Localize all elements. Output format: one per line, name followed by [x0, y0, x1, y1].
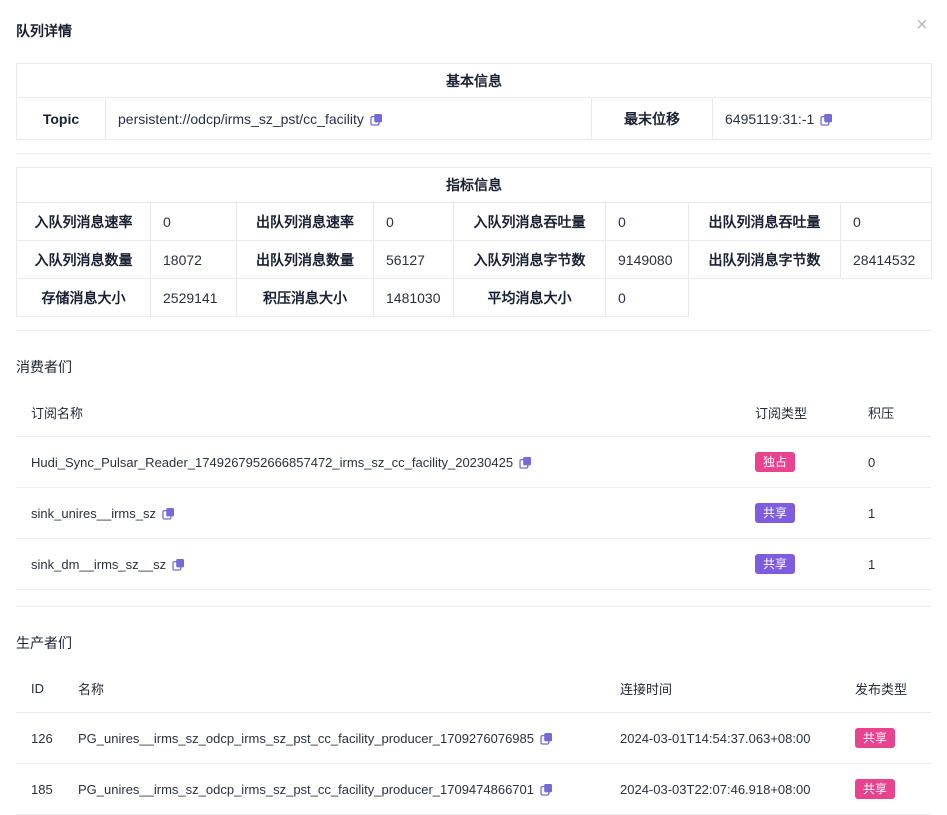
- metric-label: 出队列消息字节数: [689, 241, 841, 279]
- page-title: 队列详情: [16, 0, 931, 41]
- divider: [16, 153, 931, 154]
- metric-label: 入队列消息数量: [17, 241, 151, 279]
- subscription-type-badge: 共享: [755, 503, 795, 523]
- producer-name-cell: PG_unires__irms_sz_odcp_irms_sz_pst_cc_f…: [63, 713, 605, 764]
- backlog-cell: 1: [853, 539, 931, 590]
- metrics-row: 存储消息大小 2529141 积压消息大小 1481030 平均消息大小 0: [17, 279, 932, 317]
- subscription-type-cell: 独占: [740, 437, 853, 488]
- table-row: 126 PG_unires__irms_sz_odcp_irms_sz_pst_…: [16, 713, 931, 764]
- column-name: 名称: [63, 665, 605, 713]
- metric-value: 0: [606, 279, 689, 317]
- metric-label: 平均消息大小: [454, 279, 606, 317]
- metric-label: 入队列消息吞吐量: [454, 203, 606, 241]
- table-row: 185 PG_unires__irms_sz_odcp_irms_sz_pst_…: [16, 764, 931, 815]
- table-row: sink_dm__irms_sz__sz 共享 1: [16, 539, 931, 590]
- publish-type-badge: 共享: [855, 779, 895, 799]
- subscription-name: sink_unires__irms_sz: [31, 506, 156, 521]
- last-offset-value-cell: 6495119:31:-1: [713, 98, 932, 140]
- metric-label: 出队列消息速率: [237, 203, 374, 241]
- subscription-name-cell: sink_unires__irms_sz: [16, 488, 740, 539]
- empty-cell: [689, 279, 932, 317]
- copy-icon[interactable]: [162, 507, 175, 520]
- metric-label: 入队列消息速率: [17, 203, 151, 241]
- topic-label: Topic: [17, 98, 106, 140]
- producers-section-title: 生产者们: [16, 633, 931, 653]
- metric-value: 0: [841, 203, 932, 241]
- producers-table: ID 名称 连接时间 发布类型 126 PG_unires__irms_sz_o…: [16, 665, 931, 815]
- metric-label: 出队列消息吞吐量: [689, 203, 841, 241]
- metric-label: 存储消息大小: [17, 279, 151, 317]
- producer-name: PG_unires__irms_sz_odcp_irms_sz_pst_cc_f…: [78, 782, 534, 797]
- column-subscription-type: 订阅类型: [740, 389, 853, 437]
- subscription-type-cell: 共享: [740, 488, 853, 539]
- table-row: sink_unires__irms_sz 共享 1: [16, 488, 931, 539]
- copy-icon[interactable]: [540, 783, 553, 796]
- backlog-cell: 1: [853, 488, 931, 539]
- subscription-name-cell: Hudi_Sync_Pulsar_Reader_1749267952666857…: [16, 437, 740, 488]
- copy-icon[interactable]: [519, 456, 532, 469]
- subscription-name-cell: sink_dm__irms_sz__sz: [16, 539, 740, 590]
- connect-time-cell: 2024-03-01T14:54:37.063+08:00: [605, 713, 840, 764]
- metrics-section-header: 指标信息: [17, 168, 932, 203]
- column-connect-time: 连接时间: [605, 665, 840, 713]
- consumers-section-title: 消费者们: [16, 357, 931, 377]
- metric-value: 28414532: [841, 241, 932, 279]
- metrics-row: 入队列消息速率 0 出队列消息速率 0 入队列消息吞吐量 0 出队列消息吞吐量 …: [17, 203, 932, 241]
- metric-label: 积压消息大小: [237, 279, 374, 317]
- copy-icon[interactable]: [540, 732, 553, 745]
- producer-name: PG_unires__irms_sz_odcp_irms_sz_pst_cc_f…: [78, 731, 534, 746]
- divider: [16, 606, 931, 607]
- subscription-type-cell: 共享: [740, 539, 853, 590]
- producer-id-cell: 126: [16, 713, 63, 764]
- metric-value: 0: [374, 203, 454, 241]
- metric-value: 18072: [151, 241, 237, 279]
- metric-value: 0: [151, 203, 237, 241]
- subscription-type-badge: 共享: [755, 554, 795, 574]
- metric-label: 入队列消息字节数: [454, 241, 606, 279]
- consumers-header-row: 订阅名称 订阅类型 积压: [16, 389, 931, 437]
- subscription-name: Hudi_Sync_Pulsar_Reader_1749267952666857…: [31, 455, 513, 470]
- column-subscription-name: 订阅名称: [16, 389, 740, 437]
- topic-value-cell: persistent://odcp/irms_sz_pst/cc_facilit…: [106, 98, 592, 140]
- basic-info-section-header: 基本信息: [17, 64, 932, 98]
- metrics-table: 指标信息 入队列消息速率 0 出队列消息速率 0 入队列消息吞吐量 0 出队列消…: [16, 167, 932, 317]
- metric-label: 出队列消息数量: [237, 241, 374, 279]
- column-publish-type: 发布类型: [840, 665, 931, 713]
- backlog-cell: 0: [853, 437, 931, 488]
- column-id: ID: [16, 665, 63, 713]
- copy-icon[interactable]: [172, 558, 185, 571]
- close-icon[interactable]: ×: [911, 14, 933, 36]
- subscription-type-badge: 独占: [755, 452, 795, 472]
- last-offset-value: 6495119:31:-1: [725, 111, 814, 127]
- publish-type-cell: 共享: [840, 713, 931, 764]
- last-offset-label: 最末位移: [592, 98, 713, 140]
- metric-value: 0: [606, 203, 689, 241]
- table-row: Hudi_Sync_Pulsar_Reader_1749267952666857…: [16, 437, 931, 488]
- column-backlog: 积压: [853, 389, 931, 437]
- metric-value: 56127: [374, 241, 454, 279]
- producer-name-cell: PG_unires__irms_sz_odcp_irms_sz_pst_cc_f…: [63, 764, 605, 815]
- queue-detail-dialog: 队列详情 基本信息 Topic persistent://odcp/irms_s…: [0, 0, 947, 815]
- subscription-name: sink_dm__irms_sz__sz: [31, 557, 166, 572]
- basic-info-row: Topic persistent://odcp/irms_sz_pst/cc_f…: [17, 98, 932, 140]
- topic-value: persistent://odcp/irms_sz_pst/cc_facilit…: [118, 111, 364, 127]
- divider: [16, 330, 931, 331]
- producer-id-cell: 185: [16, 764, 63, 815]
- publish-type-cell: 共享: [840, 764, 931, 815]
- publish-type-badge: 共享: [855, 728, 895, 748]
- metric-value: 9149080: [606, 241, 689, 279]
- consumers-table: 订阅名称 订阅类型 积压 Hudi_Sync_Pulsar_Reader_174…: [16, 389, 931, 590]
- metric-value: 1481030: [374, 279, 454, 317]
- metrics-row: 入队列消息数量 18072 出队列消息数量 56127 入队列消息字节数 914…: [17, 241, 932, 279]
- copy-icon[interactable]: [820, 113, 833, 126]
- basic-info-table: 基本信息 Topic persistent://odcp/irms_sz_pst…: [16, 63, 932, 140]
- connect-time-cell: 2024-03-03T22:07:46.918+08:00: [605, 764, 840, 815]
- producers-header-row: ID 名称 连接时间 发布类型: [16, 665, 931, 713]
- metric-value: 2529141: [151, 279, 237, 317]
- copy-icon[interactable]: [370, 113, 383, 126]
